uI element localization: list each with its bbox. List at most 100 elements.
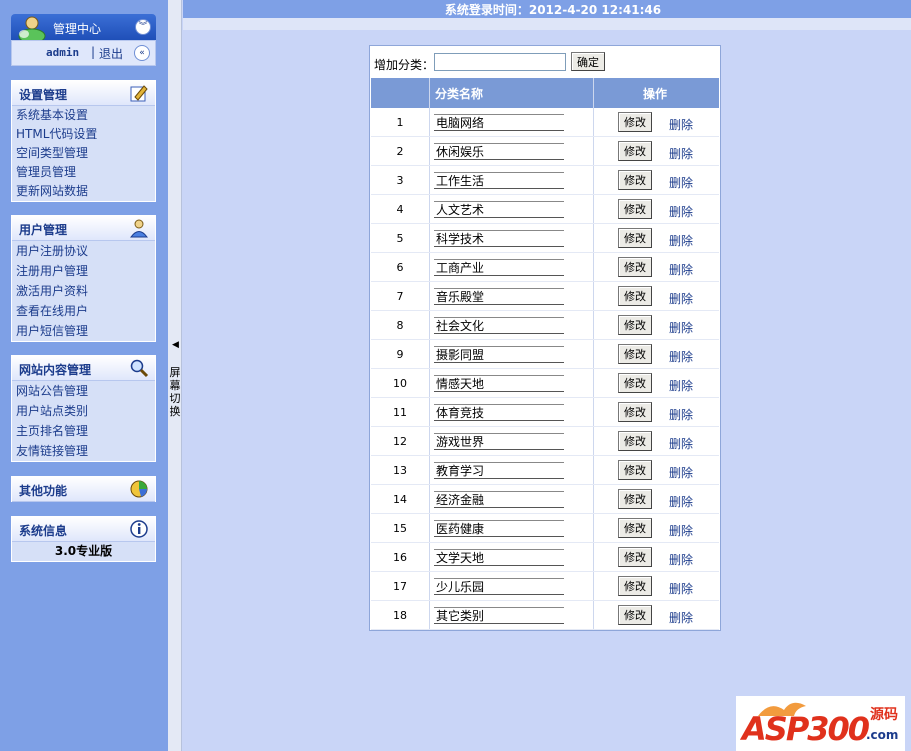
settings-group-header[interactable]: 设置管理 — [12, 81, 155, 106]
delete-link[interactable]: 删除 — [669, 406, 693, 423]
collapse-arrow-icon[interactable]: ◀ — [172, 340, 179, 350]
delete-link[interactable]: 删除 — [669, 232, 693, 249]
delete-link[interactable]: 删除 — [669, 580, 693, 597]
content-group-header[interactable]: 网站内容管理 — [12, 356, 155, 381]
edit-button[interactable]: 修改 — [618, 315, 652, 335]
edit-button[interactable]: 修改 — [618, 576, 652, 596]
sidebar-item-announcements[interactable]: 网站公告管理 — [12, 381, 155, 401]
magnifier-icon — [130, 359, 149, 378]
sidebar-item-online-users[interactable]: 查看在线用户 — [12, 301, 155, 321]
edit-button[interactable]: 修改 — [618, 228, 652, 248]
settings-group: 设置管理 系统基本设置 HTML代码设置 空间类型管理 管理员管理 更新网站数据 — [11, 80, 156, 202]
delete-link[interactable]: 删除 — [669, 174, 693, 191]
edit-button[interactable]: 修改 — [618, 373, 652, 393]
sidebar-item-admins[interactable]: 管理员管理 — [12, 163, 155, 182]
delete-link[interactable]: 删除 — [669, 609, 693, 626]
table-row: 4 修改删除 — [371, 195, 719, 224]
row-number: 15 — [393, 522, 407, 535]
row-number: 12 — [393, 435, 407, 448]
delete-link[interactable]: 删除 — [669, 116, 693, 133]
category-name-input[interactable] — [434, 259, 564, 276]
sidebar-item-register-agreement[interactable]: 用户注册协议 — [12, 241, 155, 261]
category-name-input[interactable] — [434, 607, 564, 624]
other-group-header[interactable]: 其他功能 — [12, 477, 155, 502]
category-name-input[interactable] — [434, 172, 564, 189]
edit-button[interactable]: 修改 — [618, 605, 652, 625]
edit-button[interactable]: 修改 — [618, 257, 652, 277]
table-row: 15 修改删除 — [371, 514, 719, 543]
delete-link[interactable]: 删除 — [669, 377, 693, 394]
user-bar: admin | 退出 « — [11, 40, 156, 66]
confirm-button[interactable]: 确定 — [571, 52, 605, 71]
category-name-input[interactable] — [434, 433, 564, 450]
edit-button[interactable]: 修改 — [618, 402, 652, 422]
delete-link[interactable]: 删除 — [669, 522, 693, 539]
table-row: 11 修改删除 — [371, 398, 719, 427]
delete-link[interactable]: 删除 — [669, 435, 693, 452]
category-name-input[interactable] — [434, 288, 564, 305]
category-name-input[interactable] — [434, 317, 564, 334]
delete-link[interactable]: 删除 — [669, 203, 693, 220]
sidebar-item-html-code[interactable]: HTML代码设置 — [12, 125, 155, 144]
sidebar-item-user-messages[interactable]: 用户短信管理 — [12, 321, 155, 341]
collapse-icon[interactable]: ︾ — [135, 19, 151, 35]
admin-center-header: 管理中心 ︾ — [11, 14, 156, 40]
delete-link[interactable]: 删除 — [669, 551, 693, 568]
delete-link[interactable]: 删除 — [669, 493, 693, 510]
version-text: 3.0专业版 — [54, 544, 113, 558]
sidebar-item-site-categories[interactable]: 用户站点类别 — [12, 401, 155, 421]
edit-button[interactable]: 修改 — [618, 460, 652, 480]
category-name-input[interactable] — [434, 201, 564, 218]
delete-link[interactable]: 删除 — [669, 145, 693, 162]
delete-link[interactable]: 删除 — [669, 290, 693, 307]
sidebar-item-update-data[interactable]: 更新网站数据 — [12, 182, 155, 201]
delete-link[interactable]: 删除 — [669, 348, 693, 365]
screen-switch-label[interactable]: 屏幕切换 — [169, 366, 181, 418]
edit-button[interactable]: 修改 — [618, 344, 652, 364]
sidebar-item-ranking[interactable]: 主页排名管理 — [12, 421, 155, 441]
info-icon — [130, 520, 148, 538]
sidebar-item-friend-links[interactable]: 友情链接管理 — [12, 441, 155, 461]
admin-center-box: 管理中心 ︾ admin | 退出 « — [11, 14, 156, 66]
row-number: 11 — [393, 406, 407, 419]
category-name-input[interactable] — [434, 346, 564, 363]
edit-button[interactable]: 修改 — [618, 199, 652, 219]
edit-button[interactable]: 修改 — [618, 170, 652, 190]
category-name-input[interactable] — [434, 143, 564, 160]
other-group-title: 其他功能 — [19, 484, 68, 498]
category-name-input[interactable] — [434, 375, 564, 392]
sidebar-item-registered-users[interactable]: 注册用户管理 — [12, 261, 155, 281]
category-name-input[interactable] — [434, 520, 564, 537]
category-name-input[interactable] — [434, 578, 564, 595]
sidebar-item-basic-settings[interactable]: 系统基本设置 — [12, 106, 155, 125]
users-group-header[interactable]: 用户管理 — [12, 216, 155, 241]
edit-button[interactable]: 修改 — [618, 141, 652, 161]
edit-button[interactable]: 修改 — [618, 286, 652, 306]
logout-link[interactable]: 退出 — [99, 45, 123, 62]
row-number: 17 — [393, 580, 407, 593]
admin-center-title: 管理中心 — [53, 22, 102, 36]
system-info-group-header[interactable]: 系统信息 — [12, 517, 155, 542]
sidebar-item-space-types[interactable]: 空间类型管理 — [12, 144, 155, 163]
edit-button[interactable]: 修改 — [618, 112, 652, 132]
category-name-input[interactable] — [434, 549, 564, 566]
category-name-input[interactable] — [434, 404, 564, 421]
edit-button[interactable]: 修改 — [618, 489, 652, 509]
edit-button[interactable]: 修改 — [618, 547, 652, 567]
delete-link[interactable]: 删除 — [669, 261, 693, 278]
row-number: 2 — [396, 145, 404, 158]
sidebar-item-activate-users[interactable]: 激活用户资料 — [12, 281, 155, 301]
category-name-input[interactable] — [434, 462, 564, 479]
table-row: 16 修改删除 — [371, 543, 719, 572]
delete-link[interactable]: 删除 — [669, 319, 693, 336]
category-name-input[interactable] — [434, 491, 564, 508]
delete-link[interactable]: 删除 — [669, 464, 693, 481]
edit-button[interactable]: 修改 — [618, 518, 652, 538]
category-name-input[interactable] — [434, 114, 564, 131]
edit-button[interactable]: 修改 — [618, 431, 652, 451]
category-name-input[interactable] — [434, 230, 564, 247]
add-category-input[interactable] — [434, 53, 566, 71]
expand-left-icon[interactable]: « — [134, 45, 150, 61]
row-number: 5 — [396, 232, 404, 245]
screen-switch-splitter[interactable]: ◀ 屏幕切换 — [168, 0, 182, 751]
